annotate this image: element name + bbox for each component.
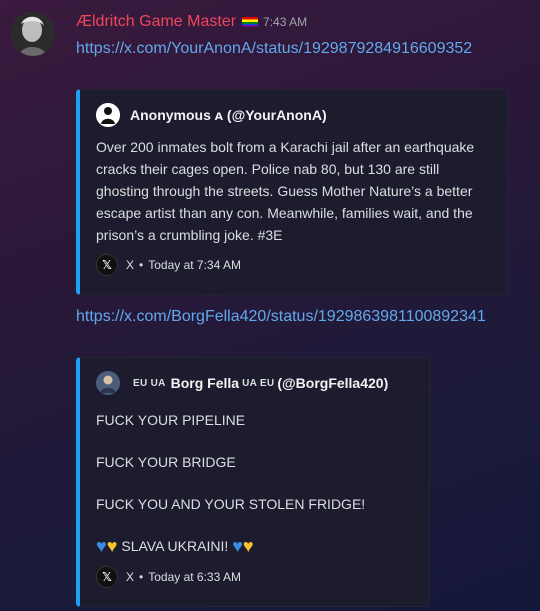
footer-source-1: X [126,258,135,272]
embed-footer-2: 𝕏 X • Today at 6:33 AM [96,566,241,588]
embed-line-2: FUCK YOUR BRIDGE [96,454,236,470]
embed-author-handle-2: (@BorgFella420) [277,375,389,391]
author-flags-prefix: EU UA [133,377,166,389]
embed-slava-line: ♥ ♥ SLAVA UKRAINI! ♥ ♥ [96,535,426,557]
embed-author-name-1: Anonymous ᴀ (@YourAnonA) [130,107,327,123]
username[interactable]: Ældritch Game Master [76,13,236,31]
footer-separator: • [139,570,144,584]
borg-fella-avatar-icon [96,371,120,395]
slava-text: SLAVA UKRAINI! [121,538,229,554]
embed-footer-1: 𝕏 X • Today at 7:34 AM [96,254,241,276]
embed-line-3: FUCK YOU AND YOUR STOLEN FRIDGE! [96,496,366,512]
message-timestamp[interactable]: 7:43 AM [263,15,307,29]
footer-source-2: X [126,570,135,584]
yellow-heart-icon: ♥ [242,536,254,556]
chat-message: Ældritch Game Master 7:43 AM https://x.c… [0,0,540,611]
blue-heart-icon: ♥ [232,536,243,556]
embed-line-1: FUCK YOUR PIPELINE [96,412,246,428]
tweet-embed-2: EU UA Borg Fella UA EU (@BorgFella420) F… [76,357,430,607]
tweet-embed-1: Anonymous ᴀ (@YourAnonA) Over 200 inmate… [76,89,508,295]
embed-author-2[interactable]: EU UA Borg Fella UA EU (@BorgFella420) [96,371,388,395]
anonymous-avatar-icon [96,103,120,127]
footer-time-2: Today at 6:33 AM [148,570,241,584]
message-header: Ældritch Game Master 7:43 AM [76,12,307,32]
rainbow-flag-icon [242,17,259,27]
author-flags-mid: UA EU [242,377,275,389]
tweet-link-1[interactable]: https://x.com/YourAnonA/status/192987928… [76,38,526,60]
x-logo-icon: 𝕏 [96,566,118,588]
tweet-link-2[interactable]: https://x.com/BorgFella420/status/192986… [76,306,526,328]
embed-author-name-2: Borg Fella [170,375,240,391]
footer-separator: • [139,258,144,272]
user-avatar[interactable] [11,12,55,56]
embed-author-1[interactable]: Anonymous ᴀ (@YourAnonA) [96,103,327,127]
yellow-heart-icon: ♥ [106,536,118,556]
x-logo-icon: 𝕏 [96,254,118,276]
embed-description-1: Over 200 inmates bolt from a Karachi jai… [96,139,475,243]
footer-time-1: Today at 7:34 AM [148,258,241,272]
blue-heart-icon: ♥ [96,536,107,556]
